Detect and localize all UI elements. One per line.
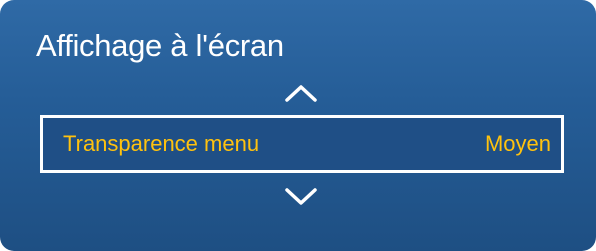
menu-item-value: Moyen: [484, 131, 551, 156]
osd-menu-panel: Affichage à l'écran Transparence menu Mo…: [0, 0, 596, 251]
chevron-up-icon[interactable]: [282, 82, 320, 104]
menu-item-label: Transparence menu: [63, 131, 260, 156]
menu-item-transparence[interactable]: Transparence menu Moyen: [40, 115, 564, 173]
chevron-down-icon[interactable]: [282, 186, 320, 208]
menu-title: Affichage à l'écran: [36, 28, 284, 63]
